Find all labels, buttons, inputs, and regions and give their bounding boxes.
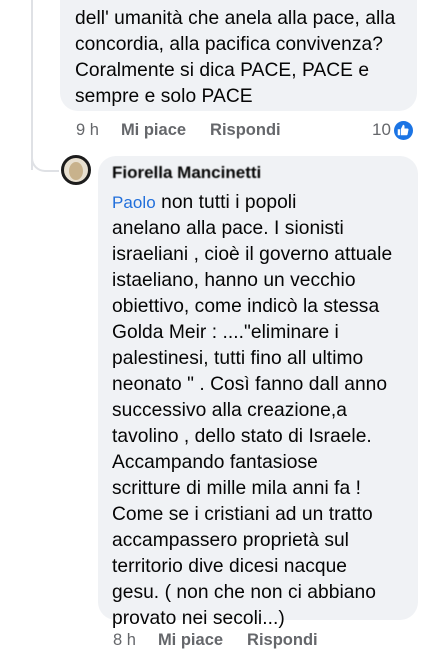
reaction-summary[interactable]: 10 bbox=[372, 118, 413, 142]
comment-text: dell' umanità che anela alla pace, alla … bbox=[75, 8, 396, 107]
comment-bubble: Fiorella Mancinetti Paolo non tutti i po… bbox=[98, 156, 418, 629]
reply-connector bbox=[31, 150, 59, 172]
like-button[interactable]: Mi piace bbox=[121, 121, 186, 140]
thread-line bbox=[31, 0, 33, 170]
like-button[interactable]: Mi piace bbox=[158, 631, 223, 650]
reaction-count: 10 bbox=[372, 120, 391, 139]
comment-bubble: dell' umanità che anela alla pace, alla … bbox=[60, 0, 417, 111]
reply-button[interactable]: Rispondi bbox=[210, 121, 281, 140]
comment-text: Paolo non tutti i popoli anelano alla pa… bbox=[112, 190, 406, 632]
comment-text-body: anelano alla pace. I sionisti israeliani… bbox=[112, 218, 393, 629]
avatar[interactable] bbox=[61, 155, 91, 185]
comment-author[interactable]: Fiorella Mancinetti bbox=[112, 162, 406, 184]
like-icon bbox=[393, 120, 413, 140]
mention-link[interactable]: Paolo bbox=[112, 193, 156, 212]
comment-timestamp[interactable]: 9 h bbox=[76, 121, 99, 140]
comment-actions: 8 h Mi piace Rispondi bbox=[113, 628, 318, 652]
reply-button[interactable]: Rispondi bbox=[247, 631, 318, 650]
comment-timestamp[interactable]: 8 h bbox=[113, 631, 136, 650]
comment-actions: 9 h Mi piace Rispondi bbox=[76, 118, 281, 142]
comment-text-first-line: non tutti i popoli bbox=[155, 192, 297, 213]
